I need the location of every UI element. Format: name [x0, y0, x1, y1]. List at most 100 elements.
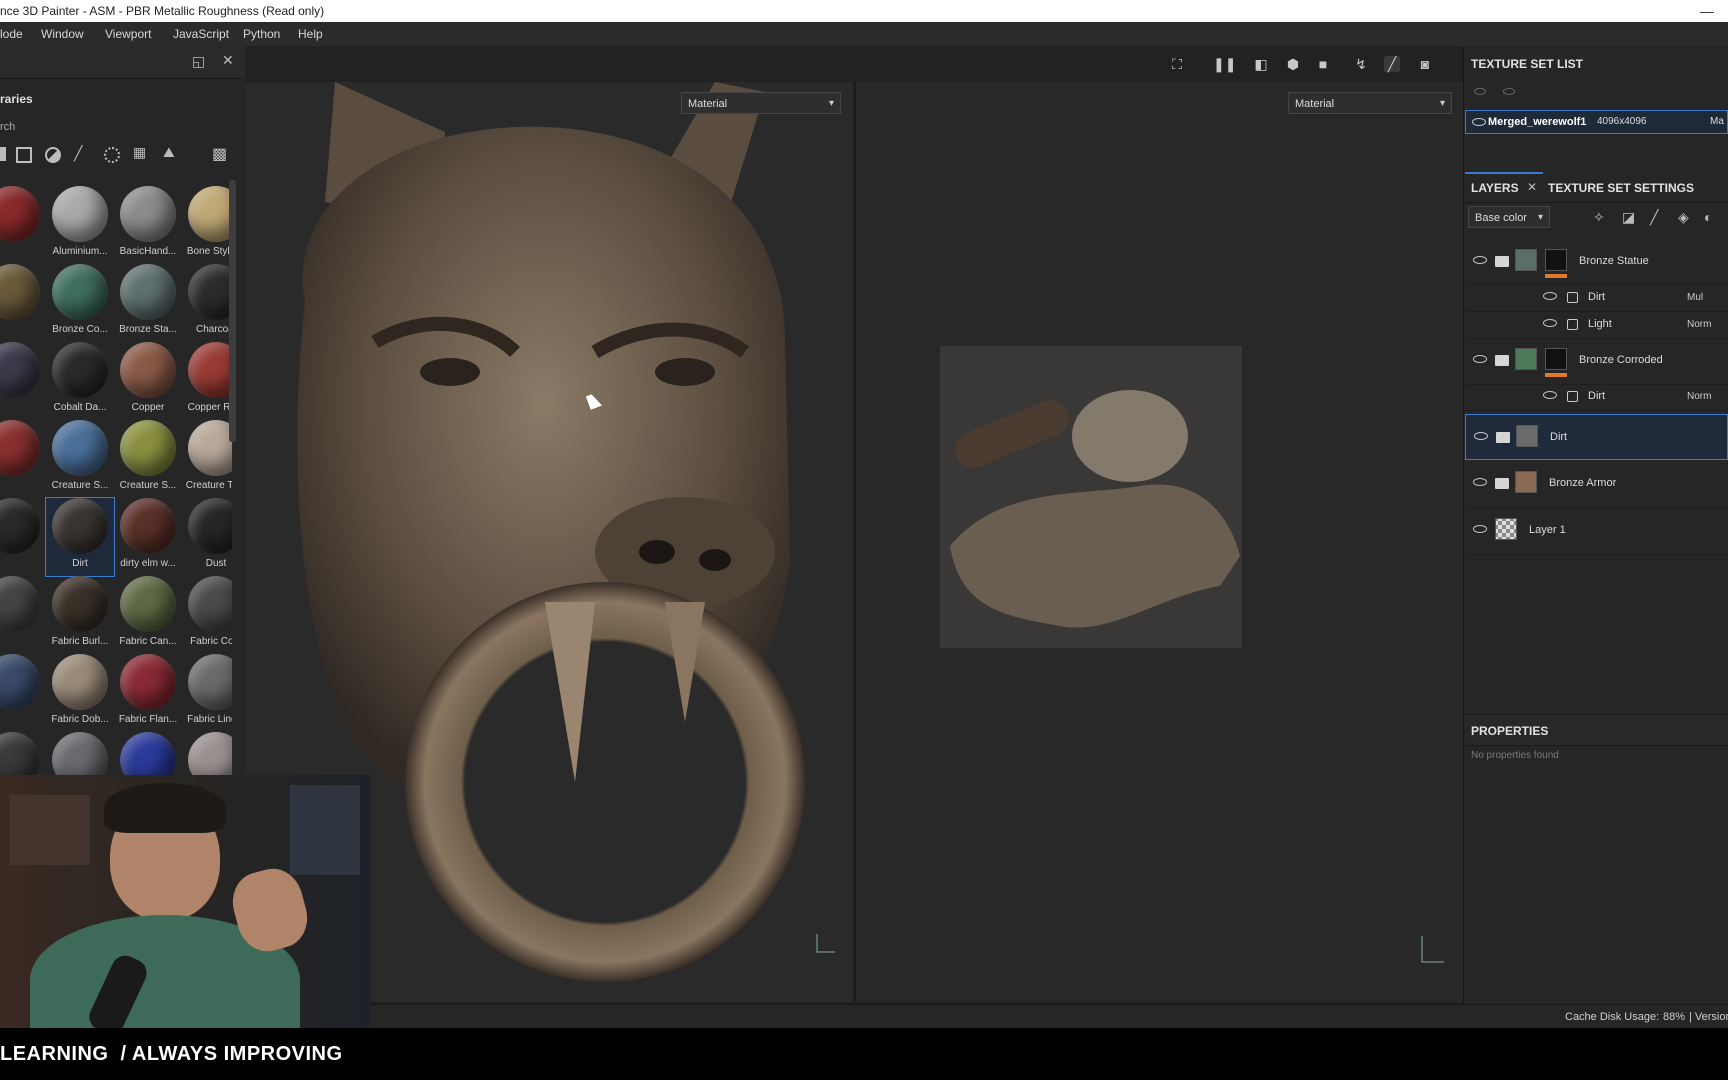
- eye-icon[interactable]: [1543, 319, 1557, 327]
- tab-layers[interactable]: LAYERS ✕: [1465, 172, 1543, 201]
- close-icon[interactable]: ✕: [222, 52, 234, 69]
- eye-icon[interactable]: [1473, 478, 1487, 486]
- hide-icon[interactable]: ⛶: [1169, 56, 1185, 72]
- material-item[interactable]: [0, 654, 46, 732]
- folder-icon[interactable]: [1495, 478, 1509, 489]
- viewport-3d-mode-dropdown[interactable]: Material ▾: [681, 92, 841, 114]
- add-fill-layer-icon[interactable]: ◈: [1678, 209, 1689, 226]
- layer-row[interactable]: Bronze Armor: [1465, 460, 1728, 508]
- filter-texture-icon[interactable]: [104, 147, 120, 163]
- material-item[interactable]: [182, 732, 232, 776]
- eye-icon[interactable]: [1473, 256, 1487, 264]
- layer-row[interactable]: Layer 1: [1465, 507, 1728, 555]
- material-item[interactable]: Creature Te...: [182, 420, 232, 498]
- add-mask-icon[interactable]: ◪: [1622, 209, 1635, 226]
- screenshot-icon[interactable]: ◙: [1417, 56, 1433, 72]
- material-item[interactable]: Creature S...: [114, 420, 182, 498]
- material-item[interactable]: Bronze Sta...: [114, 264, 182, 342]
- viewport-2d[interactable]: Material ▾: [855, 82, 1464, 1002]
- filter-material-icon[interactable]: [45, 147, 61, 163]
- material-item[interactable]: Fabric Flan...: [114, 654, 182, 732]
- close-icon[interactable]: ✕: [1527, 180, 1537, 194]
- menu-help[interactable]: Help: [298, 22, 323, 46]
- minimize-button[interactable]: —: [1700, 0, 1714, 22]
- viewport-2d-mode-dropdown[interactable]: Material ▾: [1288, 92, 1452, 114]
- float-icon[interactable]: ◱: [192, 53, 205, 70]
- blend-mode[interactable]: Mul: [1687, 292, 1703, 303]
- texture-set-item[interactable]: Merged_werewolf1 4096x4096 Ma: [1465, 110, 1728, 134]
- channel-dropdown[interactable]: Base color ▾: [1468, 206, 1550, 228]
- material-item[interactable]: Charcoal: [182, 264, 232, 342]
- eye-off-icon[interactable]: [1474, 88, 1486, 95]
- blend-mode[interactable]: Norm: [1687, 391, 1711, 402]
- material-item[interactable]: Aluminium...: [46, 186, 114, 264]
- layer-row[interactable]: Mul Dirt: [1465, 284, 1728, 312]
- material-item[interactable]: Fabric Co...: [182, 576, 232, 654]
- layer-row[interactable]: Dirt: [1465, 414, 1728, 460]
- filter-grid-icon[interactable]: ▦: [133, 144, 146, 161]
- material-label: BasicHand...: [119, 246, 177, 257]
- material-item[interactable]: BasicHand...: [114, 186, 182, 264]
- folder-icon[interactable]: [1495, 256, 1509, 267]
- material-item[interactable]: [0, 264, 46, 342]
- material-item[interactable]: Bronze Co...: [46, 264, 114, 342]
- eye-icon[interactable]: [1473, 525, 1487, 533]
- material-item[interactable]: Copper Re...: [182, 342, 232, 420]
- folder-icon[interactable]: [1495, 355, 1509, 366]
- add-effect-icon[interactable]: ✧: [1593, 209, 1605, 226]
- material-item[interactable]: Fabric Dob...: [46, 654, 114, 732]
- paint-brush-icon[interactable]: ╱: [1384, 56, 1400, 72]
- shelf-scrollbar[interactable]: [229, 180, 236, 442]
- material-item[interactable]: [114, 732, 182, 776]
- material-item[interactable]: Dirt: [45, 497, 115, 577]
- filter-brush-icon[interactable]: ╱: [74, 145, 82, 162]
- material-item[interactable]: Fabric Can...: [114, 576, 182, 654]
- filter-mask-icon[interactable]: [16, 147, 32, 163]
- material-item[interactable]: Copper: [114, 342, 182, 420]
- camera-icon[interactable]: ■: [1315, 56, 1331, 72]
- menu-javascript[interactable]: JavaScript: [173, 22, 229, 46]
- eye-icon[interactable]: [1543, 391, 1557, 399]
- menu-viewport[interactable]: Viewport: [105, 22, 151, 46]
- eye-icon[interactable]: [1543, 292, 1557, 300]
- eye-icon[interactable]: [1474, 432, 1488, 440]
- material-label: Copper Re...: [187, 402, 232, 413]
- folder-icon[interactable]: [1496, 432, 1510, 443]
- symmetry-icon[interactable]: ◧: [1253, 56, 1269, 72]
- eye-icon[interactable]: [1473, 355, 1487, 363]
- blend-mode[interactable]: Norm: [1687, 319, 1711, 330]
- tab-texture-set-settings[interactable]: TEXTURE SET SETTINGS: [1548, 181, 1694, 195]
- material-item[interactable]: [0, 498, 46, 576]
- material-item[interactable]: [0, 576, 46, 654]
- view-cube-icon[interactable]: ⬢: [1285, 56, 1301, 72]
- pause-icon[interactable]: ❚❚: [1213, 56, 1236, 72]
- material-item[interactable]: dirty elm w...: [114, 498, 182, 576]
- view-grid-icon[interactable]: ▩: [212, 144, 227, 164]
- layer-row[interactable]: Norm Light: [1465, 311, 1728, 339]
- material-item[interactable]: [0, 420, 46, 498]
- transform-icon[interactable]: ↯: [1353, 56, 1369, 72]
- layer-row[interactable]: Bronze Corroded: [1465, 338, 1728, 385]
- material-item[interactable]: [46, 732, 114, 776]
- shelf-search[interactable]: rch: [0, 121, 15, 133]
- filter-environment-icon[interactable]: ⛰: [163, 144, 175, 161]
- material-item[interactable]: Creature S...: [46, 420, 114, 498]
- material-item[interactable]: [0, 732, 46, 776]
- menu-python[interactable]: Python: [243, 22, 280, 46]
- menu-window[interactable]: Window: [41, 22, 84, 46]
- eye-icon[interactable]: [1503, 88, 1515, 95]
- material-item[interactable]: [0, 342, 46, 420]
- layer-row[interactable]: Bronze Statue: [1465, 240, 1728, 285]
- material-item[interactable]: [0, 186, 46, 264]
- eye-icon[interactable]: [1472, 118, 1486, 126]
- add-paint-layer-icon[interactable]: ╱: [1650, 209, 1658, 226]
- material-item[interactable]: Fabric Burl...: [46, 576, 114, 654]
- layer-row[interactable]: Norm Dirt: [1465, 384, 1728, 411]
- menu-mode[interactable]: lode: [0, 22, 23, 46]
- add-folder-icon[interactable]: ◐: [1704, 209, 1712, 225]
- material-item[interactable]: Bone Styliz...: [182, 186, 232, 264]
- material-item[interactable]: Fabric Line...: [182, 654, 232, 732]
- material-item[interactable]: Cobalt Da...: [46, 342, 114, 420]
- material-item[interactable]: Dust: [182, 498, 232, 576]
- filter-all-icon[interactable]: [0, 147, 6, 161]
